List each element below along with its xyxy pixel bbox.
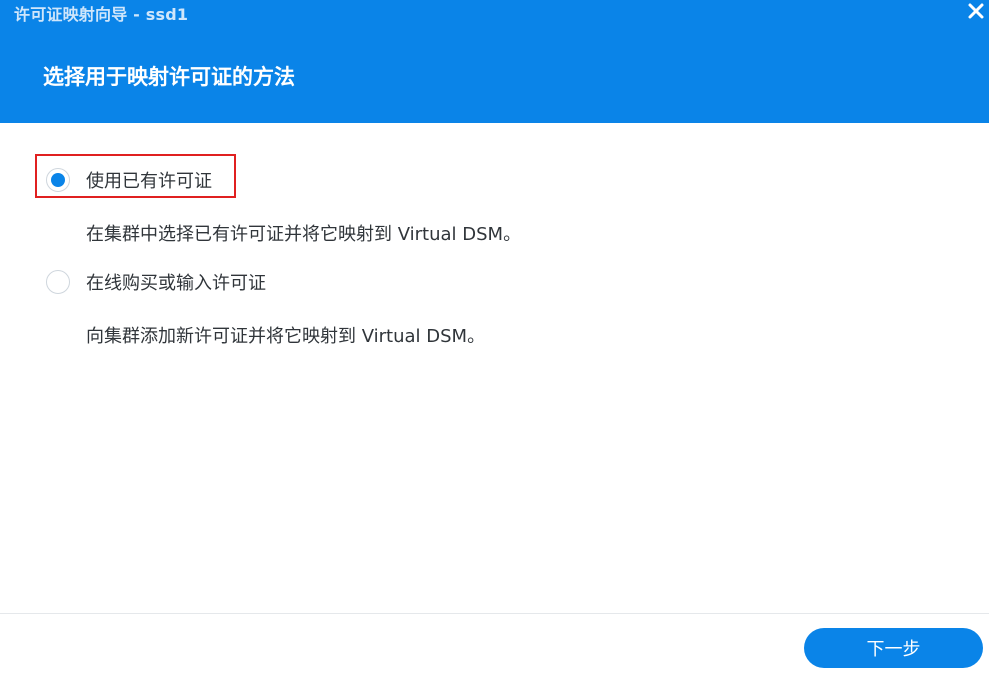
radio-buy-or-enter-license[interactable]	[46, 270, 70, 294]
next-button[interactable]: 下一步	[804, 628, 983, 668]
page-title: 选择用于映射许可证的方法	[43, 65, 295, 89]
option-label: 使用已有许可证	[86, 171, 212, 192]
wizard-content: 使用已有许可证 在集群中选择已有许可证并将它映射到 Virtual DSM。 在…	[0, 123, 989, 613]
footer-divider	[0, 613, 989, 614]
option-description: 向集群添加新许可证并将它映射到 Virtual DSM。	[86, 326, 486, 347]
wizard-header: 许可证映射向导 - ssd1 选择用于映射许可证的方法	[0, 0, 989, 123]
close-icon	[968, 3, 984, 19]
option-use-existing-license[interactable]: 使用已有许可证	[46, 167, 212, 193]
option-label: 在线购买或输入许可证	[86, 273, 266, 294]
license-mapping-wizard: 许可证映射向导 - ssd1 选择用于映射许可证的方法 使用已有许可证 在集群中…	[0, 0, 989, 676]
radio-use-existing-license[interactable]	[46, 168, 70, 192]
option-buy-or-enter-license[interactable]: 在线购买或输入许可证	[46, 269, 266, 295]
option-description: 在集群中选择已有许可证并将它映射到 Virtual DSM。	[86, 224, 522, 245]
close-button[interactable]	[965, 0, 987, 22]
radio-selected-dot	[51, 173, 65, 187]
window-title: 许可证映射向导 - ssd1	[14, 5, 189, 24]
